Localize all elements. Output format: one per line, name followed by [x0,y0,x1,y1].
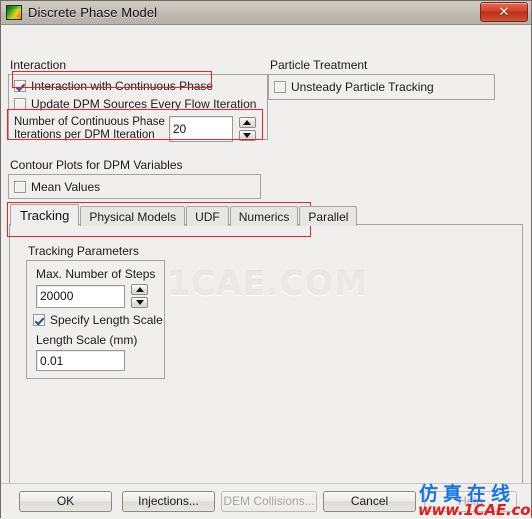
tab-numerics[interactable]: Numerics [229,206,299,226]
checkbox-specify-length-scale[interactable]: Specify Length Scale [33,313,163,327]
spinner-up-button[interactable] [131,284,148,295]
close-button[interactable]: ✕ [480,2,528,22]
contour-plots-section: Contour Plots for DPM Variables Mean Val… [8,158,261,199]
tab-strip: Tracking Physical Models UDF Numerics Pa… [10,204,358,226]
checkbox-label: Unsteady Particle Tracking [291,80,434,94]
spinner-down-button[interactable] [131,297,148,308]
tracking-parameters-section: Tracking Parameters Max. Number of Steps… [26,244,165,379]
interaction-group-label: Interaction [10,58,67,72]
tab-parallel[interactable]: Parallel [299,206,358,226]
checkbox-label: Interaction with Continuous Phase [31,79,214,93]
particle-treatment-group-label: Particle Treatment [270,58,368,72]
tracking-tab-panel: Tracking Parameters Max. Number of Steps… [9,224,523,489]
tab-udf[interactable]: UDF [186,206,229,226]
checkbox-icon[interactable] [274,81,286,93]
max-steps-row [36,284,148,308]
continuous-phase-iterations-input[interactable] [168,116,233,142]
checkbox-icon[interactable] [33,314,45,326]
contour-plot-icon [6,5,22,20]
contour-plots-group-label: Contour Plots for DPM Variables [10,158,183,172]
iterations-label: Number of Continuous Phase Iterations pe… [14,116,165,141]
particle-treatment-section: Particle Treatment Unsteady Particle Tra… [268,58,495,100]
checkbox-mean-values[interactable]: Mean Values [9,177,105,197]
dem-collisions-button: DEM Collisions... [221,490,317,512]
checkbox-icon[interactable] [14,98,26,110]
contour-plots-groupbox: Mean Values [8,174,261,199]
length-scale-input[interactable] [36,350,125,371]
window-title: Discrete Phase Model [28,5,158,20]
discrete-phase-model-dialog: Discrete Phase Model ✕ Interaction Inter… [0,0,532,519]
ok-button[interactable]: OK [19,490,112,512]
help-button[interactable]: Help [424,490,517,512]
cancel-button[interactable]: Cancel [323,490,416,512]
checkbox-icon[interactable] [14,180,26,193]
continuous-phase-iterations-row: Number of Continuous Phase Iterations pe… [9,114,267,142]
max-steps-label: Max. Number of Steps [36,267,156,281]
length-scale-label: Length Scale (mm) [36,333,138,347]
tracking-parameters-label: Tracking Parameters [28,244,139,258]
checkbox-label: Update DPM Sources Every Flow Iteration [31,97,257,111]
title-bar: Discrete Phase Model ✕ [1,1,531,25]
interaction-groupbox: Interaction with Continuous Phase Update… [8,74,268,142]
tab-physical-models[interactable]: Physical Models [80,206,186,226]
particle-treatment-groupbox: Unsteady Particle Tracking [268,74,495,100]
interaction-section: Interaction Interaction with Continuous … [8,58,268,142]
checkbox-label: Mean Values [31,179,101,194]
max-number-of-steps-input[interactable] [36,284,125,308]
checkbox-unsteady-particle-tracking[interactable]: Unsteady Particle Tracking [269,77,439,97]
spinner-down-button[interactable] [238,130,256,141]
max-steps-spinner[interactable] [131,284,148,308]
tab-tracking[interactable]: Tracking [10,204,80,226]
dialog-client-area: Interaction Interaction with Continuous … [1,25,531,518]
spinner-up-button[interactable] [238,117,256,128]
checkbox-interaction-with-continuous-phase[interactable]: Interaction with Continuous Phase [9,75,267,96]
injections-button[interactable]: Injections... [122,490,215,512]
checkbox-update-dpm-sources[interactable]: Update DPM Sources Every Flow Iteration [9,96,267,114]
checkbox-icon[interactable] [14,80,26,92]
checkbox-label: Specify Length Scale [50,313,163,327]
tracking-parameters-groupbox: Max. Number of Steps Specify Length Scal… [26,260,165,379]
dialog-button-bar: OK Injections... DEM Collisions... Cance… [1,483,531,518]
iterations-spinner[interactable] [238,117,256,141]
